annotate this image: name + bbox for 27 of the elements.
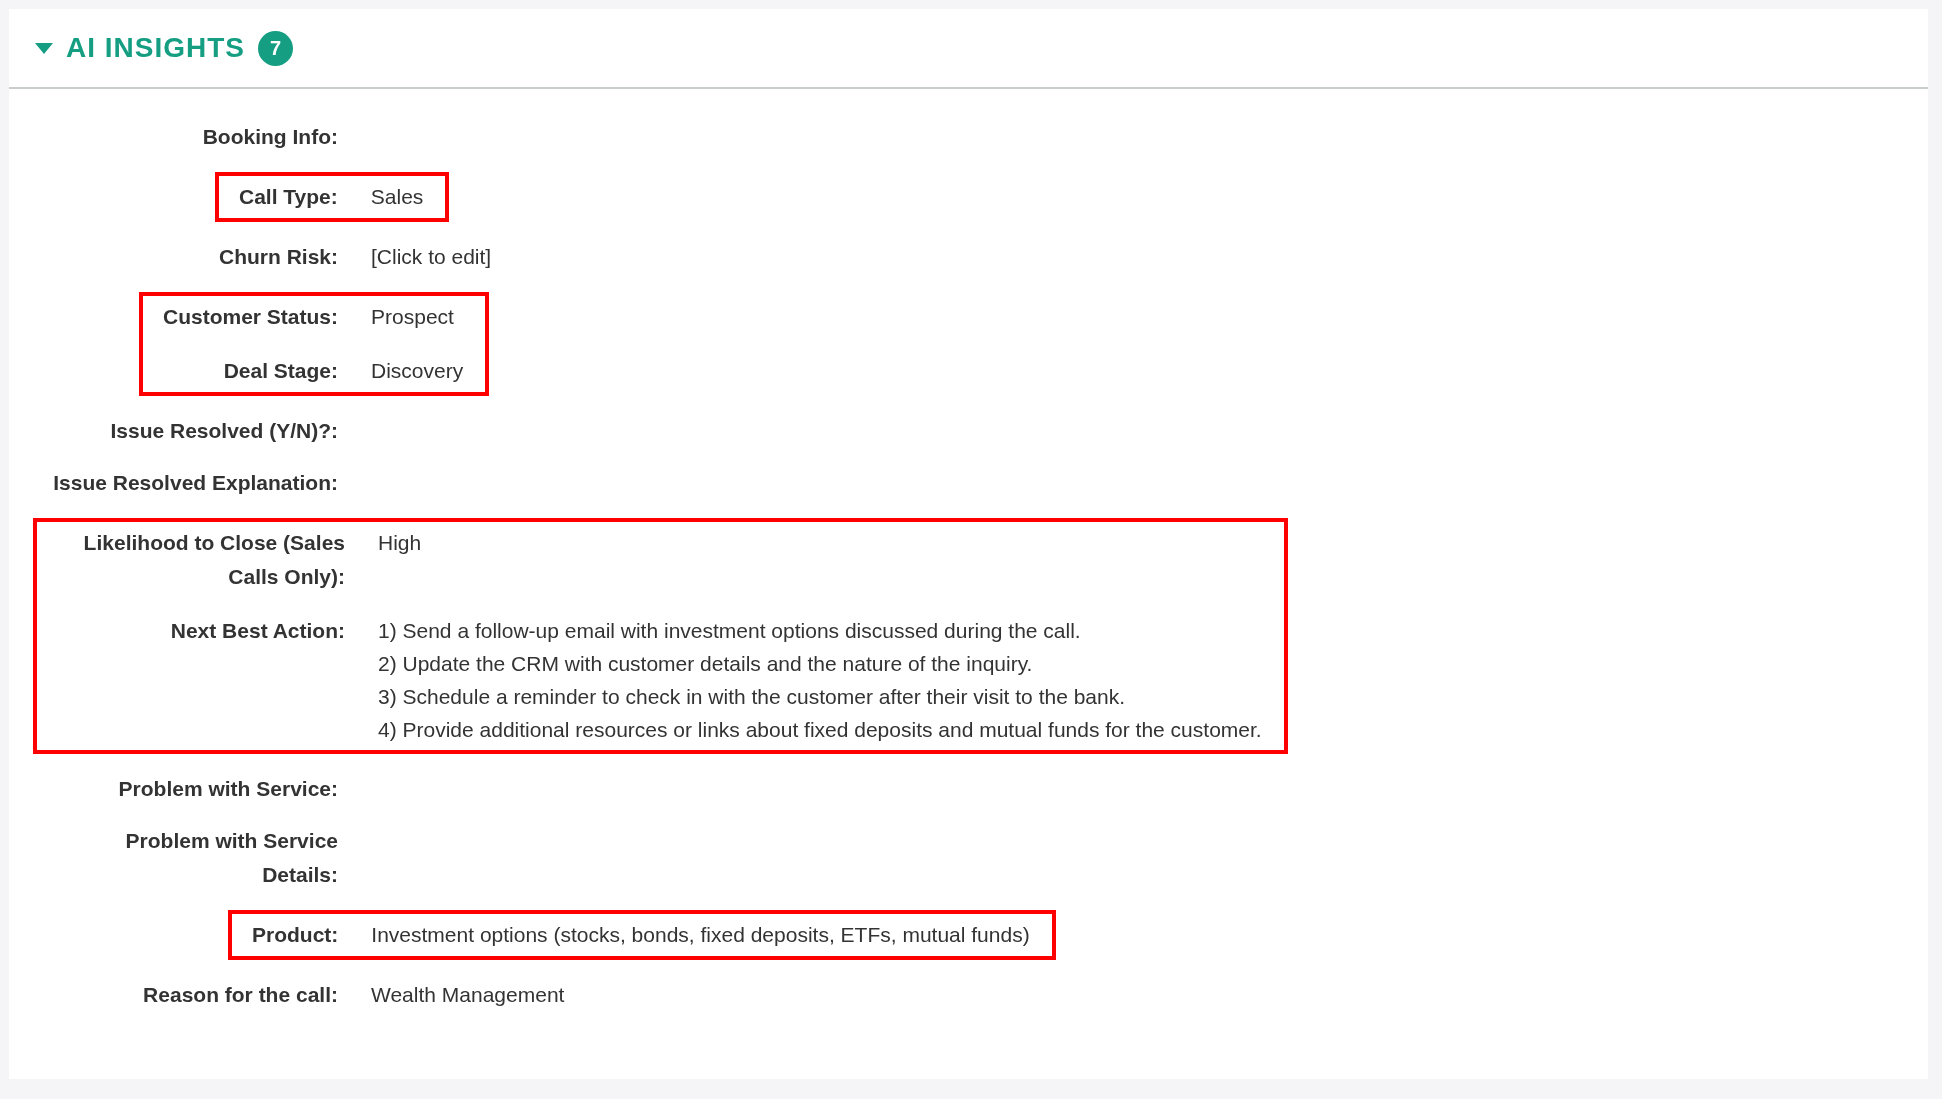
field-value: High — [378, 530, 423, 556]
field-label: Customer Status: — [163, 304, 339, 330]
field-value: Investment options (stocks, bonds, fixed deposits, ETFs, mutual funds) — [371, 922, 1030, 948]
action-item: 1) Send a follow-up email with investment options discussed during the call. — [378, 618, 1082, 644]
count-badge: 7 — [258, 30, 293, 66]
panel-title[interactable]: AI INSIGHTS — [66, 32, 245, 64]
field-label: Problem with Service Details: — [124, 828, 338, 888]
field-label: Issue Resolved (Y/N)?: — [110, 418, 338, 444]
field-value: [Click to edit] — [371, 244, 493, 270]
field-label: Problem with Service: — [118, 776, 338, 802]
action-item: 3) Schedule a reminder to check in with the customer after their visit to the bank. — [378, 684, 1127, 710]
field-label: Churn Risk: — [219, 244, 338, 270]
field-label: Product: — [252, 922, 339, 948]
field-label: Issue Resolved Explanation: — [53, 470, 338, 496]
field-label: Call Type: — [239, 184, 338, 210]
action-item: 2) Update the CRM with customer details and the nature of the inquiry. — [378, 651, 1034, 677]
field-label: Likelihood to Close (Sales Calls Only): — [82, 530, 345, 590]
field-value: Prospect — [371, 304, 455, 330]
caret-icon[interactable] — [35, 42, 53, 54]
field-label: Booking Info: — [202, 124, 338, 150]
field-label: Deal Stage: — [222, 358, 339, 384]
field-value: Discovery — [371, 358, 464, 384]
action-item: 4) Provide additional resources or links about fixed deposits and mutual funds for the customer. — [378, 717, 1262, 743]
field-label: Reason for the call: — [143, 982, 338, 1008]
field-value: Wealth Management — [371, 982, 566, 1008]
field-label: Next Best Action: — [169, 618, 345, 644]
field-value: Sales — [370, 184, 424, 210]
